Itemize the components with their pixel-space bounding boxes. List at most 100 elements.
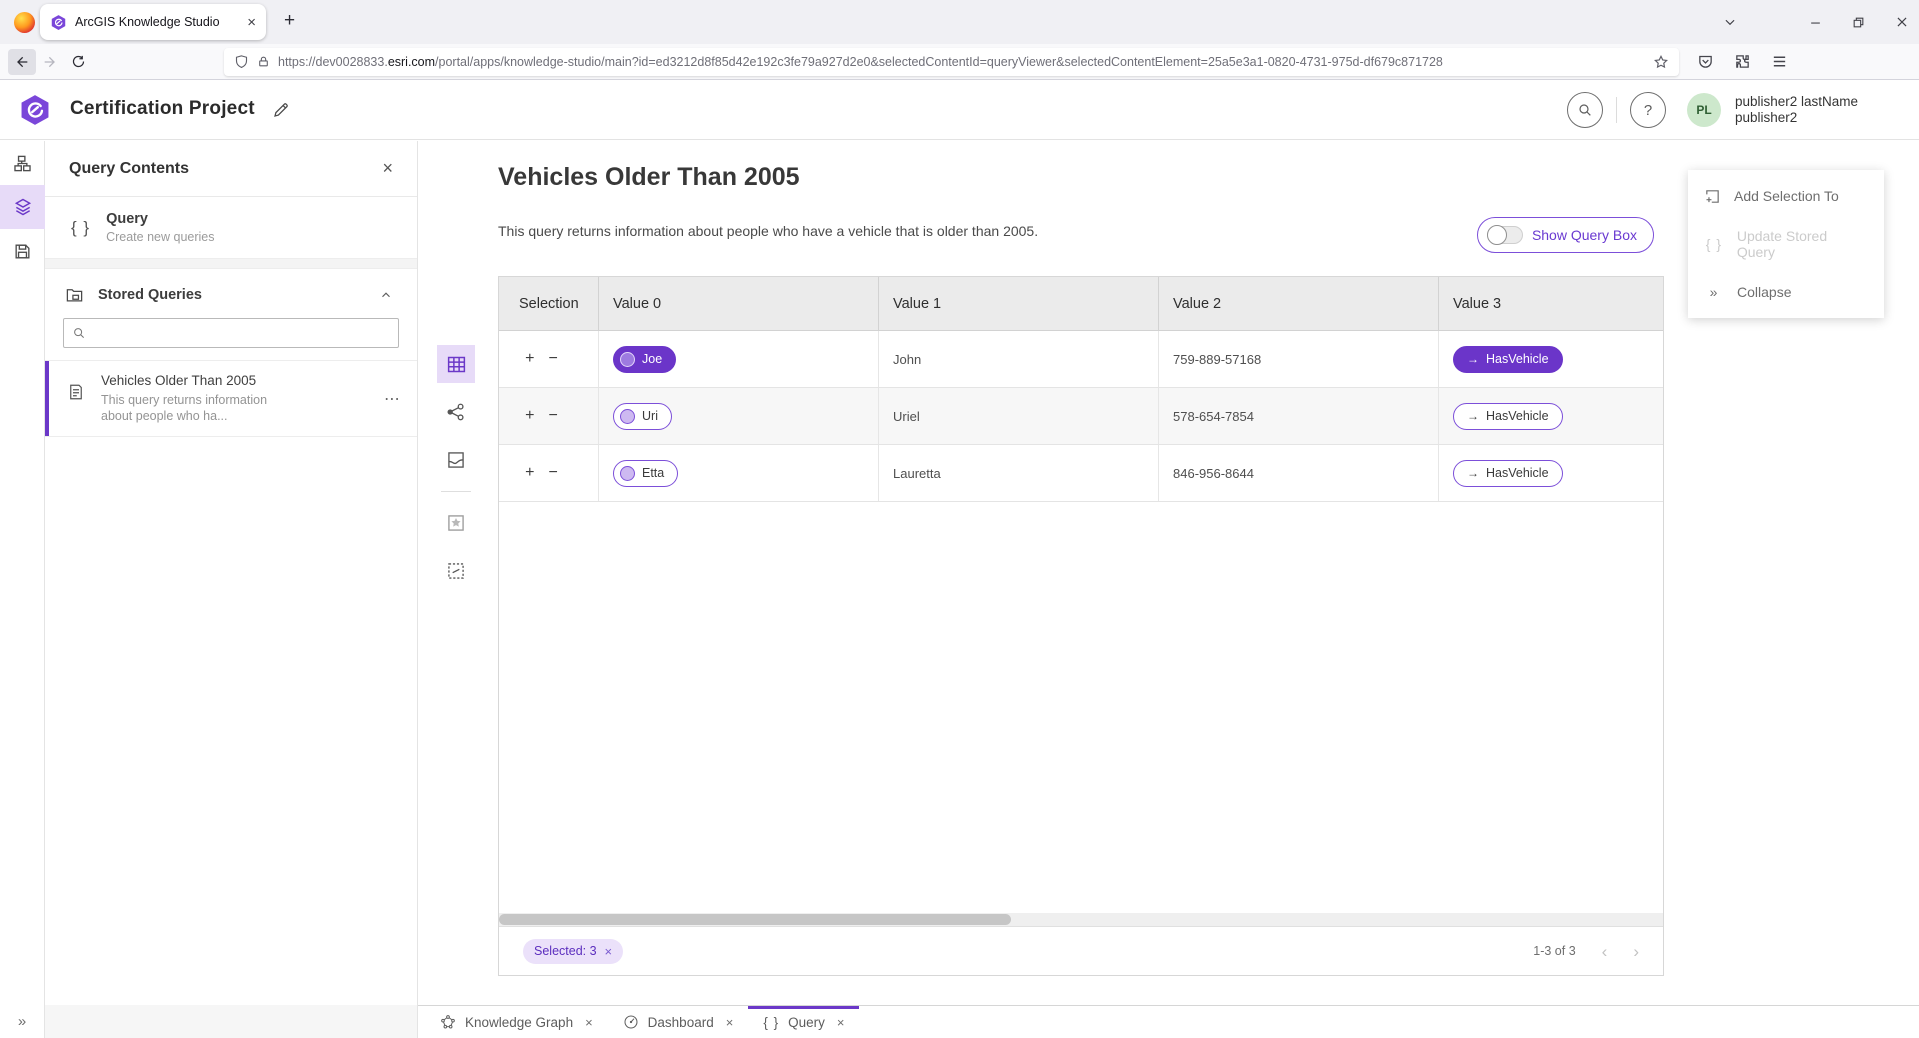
show-query-box-label: Show Query Box (1532, 227, 1637, 243)
remove-from-selection-button[interactable]: − (549, 351, 558, 367)
table-footer: Selected: 3 × 1-3 of 3 ‹ › (499, 926, 1663, 975)
project-title: Certification Project (70, 98, 255, 120)
collapse-chevrons-icon: » (1704, 284, 1724, 300)
new-query-item[interactable]: { } Query Create new queries (45, 197, 417, 259)
save-button[interactable] (0, 229, 45, 273)
relationship-pill[interactable]: →HasVehicle (1453, 403, 1563, 430)
tab-list-chevron-icon[interactable] (1723, 15, 1737, 29)
add-to-selection-button[interactable]: + (525, 408, 534, 424)
pocket-icon[interactable] (1697, 53, 1714, 70)
tab-close-icon[interactable]: × (837, 1015, 845, 1030)
back-button[interactable] (8, 49, 36, 75)
cell-value2[interactable]: 578-654-7854 (1159, 388, 1439, 444)
column-header-selection[interactable]: Selection (499, 277, 599, 330)
user-login: publisher2 (1735, 110, 1905, 126)
window-minimize-button[interactable] (1809, 16, 1822, 29)
add-selection-to-menu-item[interactable]: Add Selection To (1688, 172, 1884, 220)
workspace: Query Contents × { } Query Create new qu… (0, 141, 1919, 1038)
window-close-button[interactable] (1895, 15, 1909, 29)
horizontal-scrollbar[interactable] (499, 913, 1663, 926)
entity-pill[interactable]: Etta (613, 460, 678, 487)
contents-layers-button[interactable] (0, 185, 45, 229)
tab-dashboard[interactable]: Dashboard × (608, 1006, 749, 1038)
column-header-value0[interactable]: Value 0 (599, 277, 879, 330)
map-view-button[interactable] (437, 441, 475, 479)
table-view-button[interactable] (437, 345, 475, 383)
add-to-selection-button[interactable]: + (525, 465, 534, 481)
pagination-count: 1-3 of 3 (1533, 944, 1575, 958)
table-row[interactable]: + − Joe John 759-889-57168 →HasVehicle (499, 331, 1663, 388)
stored-queries-search[interactable] (63, 318, 399, 348)
entity-pill[interactable]: Joe (613, 346, 676, 373)
forward-button[interactable] (36, 49, 64, 75)
cell-value2[interactable]: 759-889-57168 (1159, 331, 1439, 387)
remove-from-selection-button[interactable]: − (549, 465, 558, 481)
menu-hamburger-icon[interactable] (1771, 53, 1788, 70)
page-title: Vehicles Older Than 2005 (498, 163, 800, 192)
cell-value2[interactable]: 846-956-8644 (1159, 445, 1439, 501)
selected-count-label: Selected: 3 (534, 944, 597, 958)
data-model-button[interactable] (0, 141, 45, 185)
link-chart-view-button[interactable] (437, 393, 475, 431)
stored-query-title: Vehicles Older Than 2005 (101, 373, 281, 388)
window-restore-button[interactable] (1852, 16, 1865, 29)
tab-query[interactable]: { } Query × (748, 1006, 859, 1038)
new-map-from-selection-button[interactable] (437, 504, 475, 542)
shield-icon[interactable] (234, 54, 249, 69)
search-button[interactable] (1567, 92, 1603, 128)
edit-project-pencil-icon[interactable] (272, 101, 290, 119)
new-tab-button[interactable]: + (284, 10, 295, 32)
firefox-logo-icon[interactable] (14, 12, 35, 33)
selection-tools-button[interactable] (437, 552, 475, 590)
url-bar[interactable]: https://dev0028833.esri.com/portal/apps/… (224, 48, 1679, 76)
lock-icon[interactable] (257, 55, 270, 68)
reload-button[interactable] (64, 49, 92, 75)
show-query-box-toggle[interactable]: Show Query Box (1477, 217, 1654, 253)
tab-close-icon[interactable]: × (585, 1015, 593, 1030)
help-button[interactable]: ? (1630, 92, 1666, 128)
column-header-value1[interactable]: Value 1 (879, 277, 1159, 330)
table-row[interactable]: + − Etta Lauretta 846-956-8644 →HasVehic… (499, 445, 1663, 502)
bookmark-star-icon[interactable] (1653, 54, 1669, 70)
stored-query-options-icon[interactable]: ⋯ (384, 389, 401, 409)
add-selection-label: Add Selection To (1734, 188, 1839, 204)
extensions-puzzle-icon[interactable] (1734, 53, 1751, 70)
cell-value1[interactable]: Lauretta (879, 445, 1159, 501)
stored-query-item[interactable]: Vehicles Older Than 2005 This query retu… (45, 360, 417, 437)
arcgis-favicon-icon (50, 14, 67, 31)
cell-value1[interactable]: Uriel (879, 388, 1159, 444)
tab-dashboard-label: Dashboard (648, 1015, 714, 1030)
results-table: Selection Value 0 Value 1 Value 2 Value … (498, 276, 1664, 976)
toggle-switch[interactable] (1487, 226, 1523, 244)
user-avatar[interactable]: PL (1687, 93, 1721, 127)
relationship-pill[interactable]: →HasVehicle (1453, 346, 1563, 373)
selected-count-chip[interactable]: Selected: 3 × (523, 939, 623, 964)
tab-knowledge-graph[interactable]: Knowledge Graph × (425, 1006, 608, 1038)
column-header-value3[interactable]: Value 3 (1439, 277, 1663, 330)
next-page-icon[interactable]: › (1633, 943, 1639, 960)
remove-from-selection-button[interactable]: − (549, 408, 558, 424)
update-stored-query-menu-item[interactable]: { } Update Stored Query (1688, 220, 1884, 268)
cell-value1[interactable]: John (879, 331, 1159, 387)
clear-selection-icon[interactable]: × (605, 944, 613, 959)
scrollbar-thumb[interactable] (499, 914, 1011, 925)
panel-close-icon[interactable]: × (382, 158, 393, 179)
relationship-pill[interactable]: →HasVehicle (1453, 460, 1563, 487)
tab-close-icon[interactable]: × (247, 15, 256, 30)
view-switcher-rail (437, 345, 475, 600)
add-to-selection-button[interactable]: + (525, 351, 534, 367)
table-row[interactable]: + − Uri Uriel 578-654-7854 →HasVehicle (499, 388, 1663, 445)
expand-rail-button[interactable]: » (0, 1005, 45, 1038)
column-header-value2[interactable]: Value 2 (1159, 277, 1439, 330)
previous-page-icon[interactable]: ‹ (1602, 943, 1608, 960)
arcgis-knowledge-logo (18, 93, 52, 127)
collapse-section-chevron-icon[interactable] (379, 288, 393, 302)
browser-tab[interactable]: ArcGIS Knowledge Studio × (40, 4, 266, 40)
stored-queries-search-input[interactable] (93, 326, 390, 341)
user-name[interactable]: publisher2 lastName publisher2 (1735, 94, 1905, 126)
collapse-menu-item[interactable]: » Collapse (1688, 268, 1884, 316)
panel-title: Query Contents (69, 160, 382, 178)
entity-pill[interactable]: Uri (613, 403, 672, 430)
stored-queries-header[interactable]: Stored Queries (45, 269, 417, 314)
tab-close-icon[interactable]: × (726, 1015, 734, 1030)
